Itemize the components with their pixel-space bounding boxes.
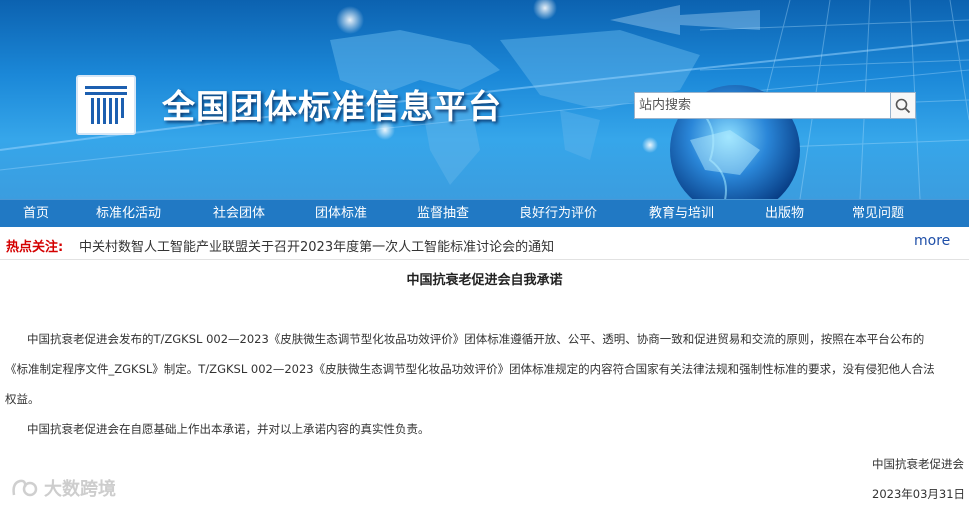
page-title: 中国抗衰老促进会自我承诺 [406, 273, 563, 288]
nav-item-home[interactable]: 首页 [23, 200, 49, 227]
search-button[interactable] [890, 92, 916, 119]
paragraph-line: 《标准制定程序文件_ZGKSL》制定。T/ZGKSL 002—2023《皮肤微生… [5, 362, 935, 376]
watermark-logo-icon [12, 479, 38, 497]
nav-item-supervision[interactable]: 监督抽查 [417, 200, 469, 227]
nav-item-faq[interactable]: 常见问题 [852, 200, 904, 227]
watermark-text: 大数跨境 [44, 479, 116, 500]
paragraph-line: 中国抗衰老促进会在自愿基础上作出本承诺，并对以上承诺内容的真实性负责。 [27, 422, 430, 436]
watermark: 大数跨境 [10, 475, 116, 501]
more-link[interactable]: more [914, 233, 950, 249]
main-nav: 首页 标准化活动 社会团体 团体标准 监督抽查 良好行为评价 教育与培训 出版物… [0, 199, 969, 227]
standards-logo-icon[interactable] [76, 75, 136, 135]
hot-topic-link[interactable]: 中关村数智人工智能产业联盟关于召开2023年度第一次人工智能标准讨论会的通知 [79, 236, 554, 255]
signature-date: 2023年03月31日 [872, 487, 966, 501]
nav-item-publications[interactable]: 出版物 [765, 200, 804, 227]
nav-item-organizations[interactable]: 社会团体 [213, 200, 265, 227]
signer-name: 中国抗衰老促进会 [872, 457, 964, 471]
search-input[interactable] [634, 92, 891, 119]
nav-item-education[interactable]: 教育与培训 [649, 200, 714, 227]
hot-topics-bar: 热点关注: 中关村数智人工智能产业联盟关于召开2023年度第一次人工智能标准讨论… [0, 228, 969, 260]
nav-item-group-standards[interactable]: 团体标准 [315, 200, 367, 227]
site-title: 全国团体标准信息平台 [162, 87, 502, 126]
hot-topics-label: 热点关注: [6, 240, 64, 255]
search-icon [895, 98, 911, 113]
nav-item-evaluation[interactable]: 良好行为评价 [519, 200, 597, 227]
paragraph-line: 中国抗衰老促进会发布的T/ZGKSL 002—2023《皮肤微生态调节型化妆品功… [27, 332, 925, 346]
nav-item-standardization[interactable]: 标准化活动 [96, 200, 161, 227]
paragraph-line: 权益。 [5, 392, 40, 406]
